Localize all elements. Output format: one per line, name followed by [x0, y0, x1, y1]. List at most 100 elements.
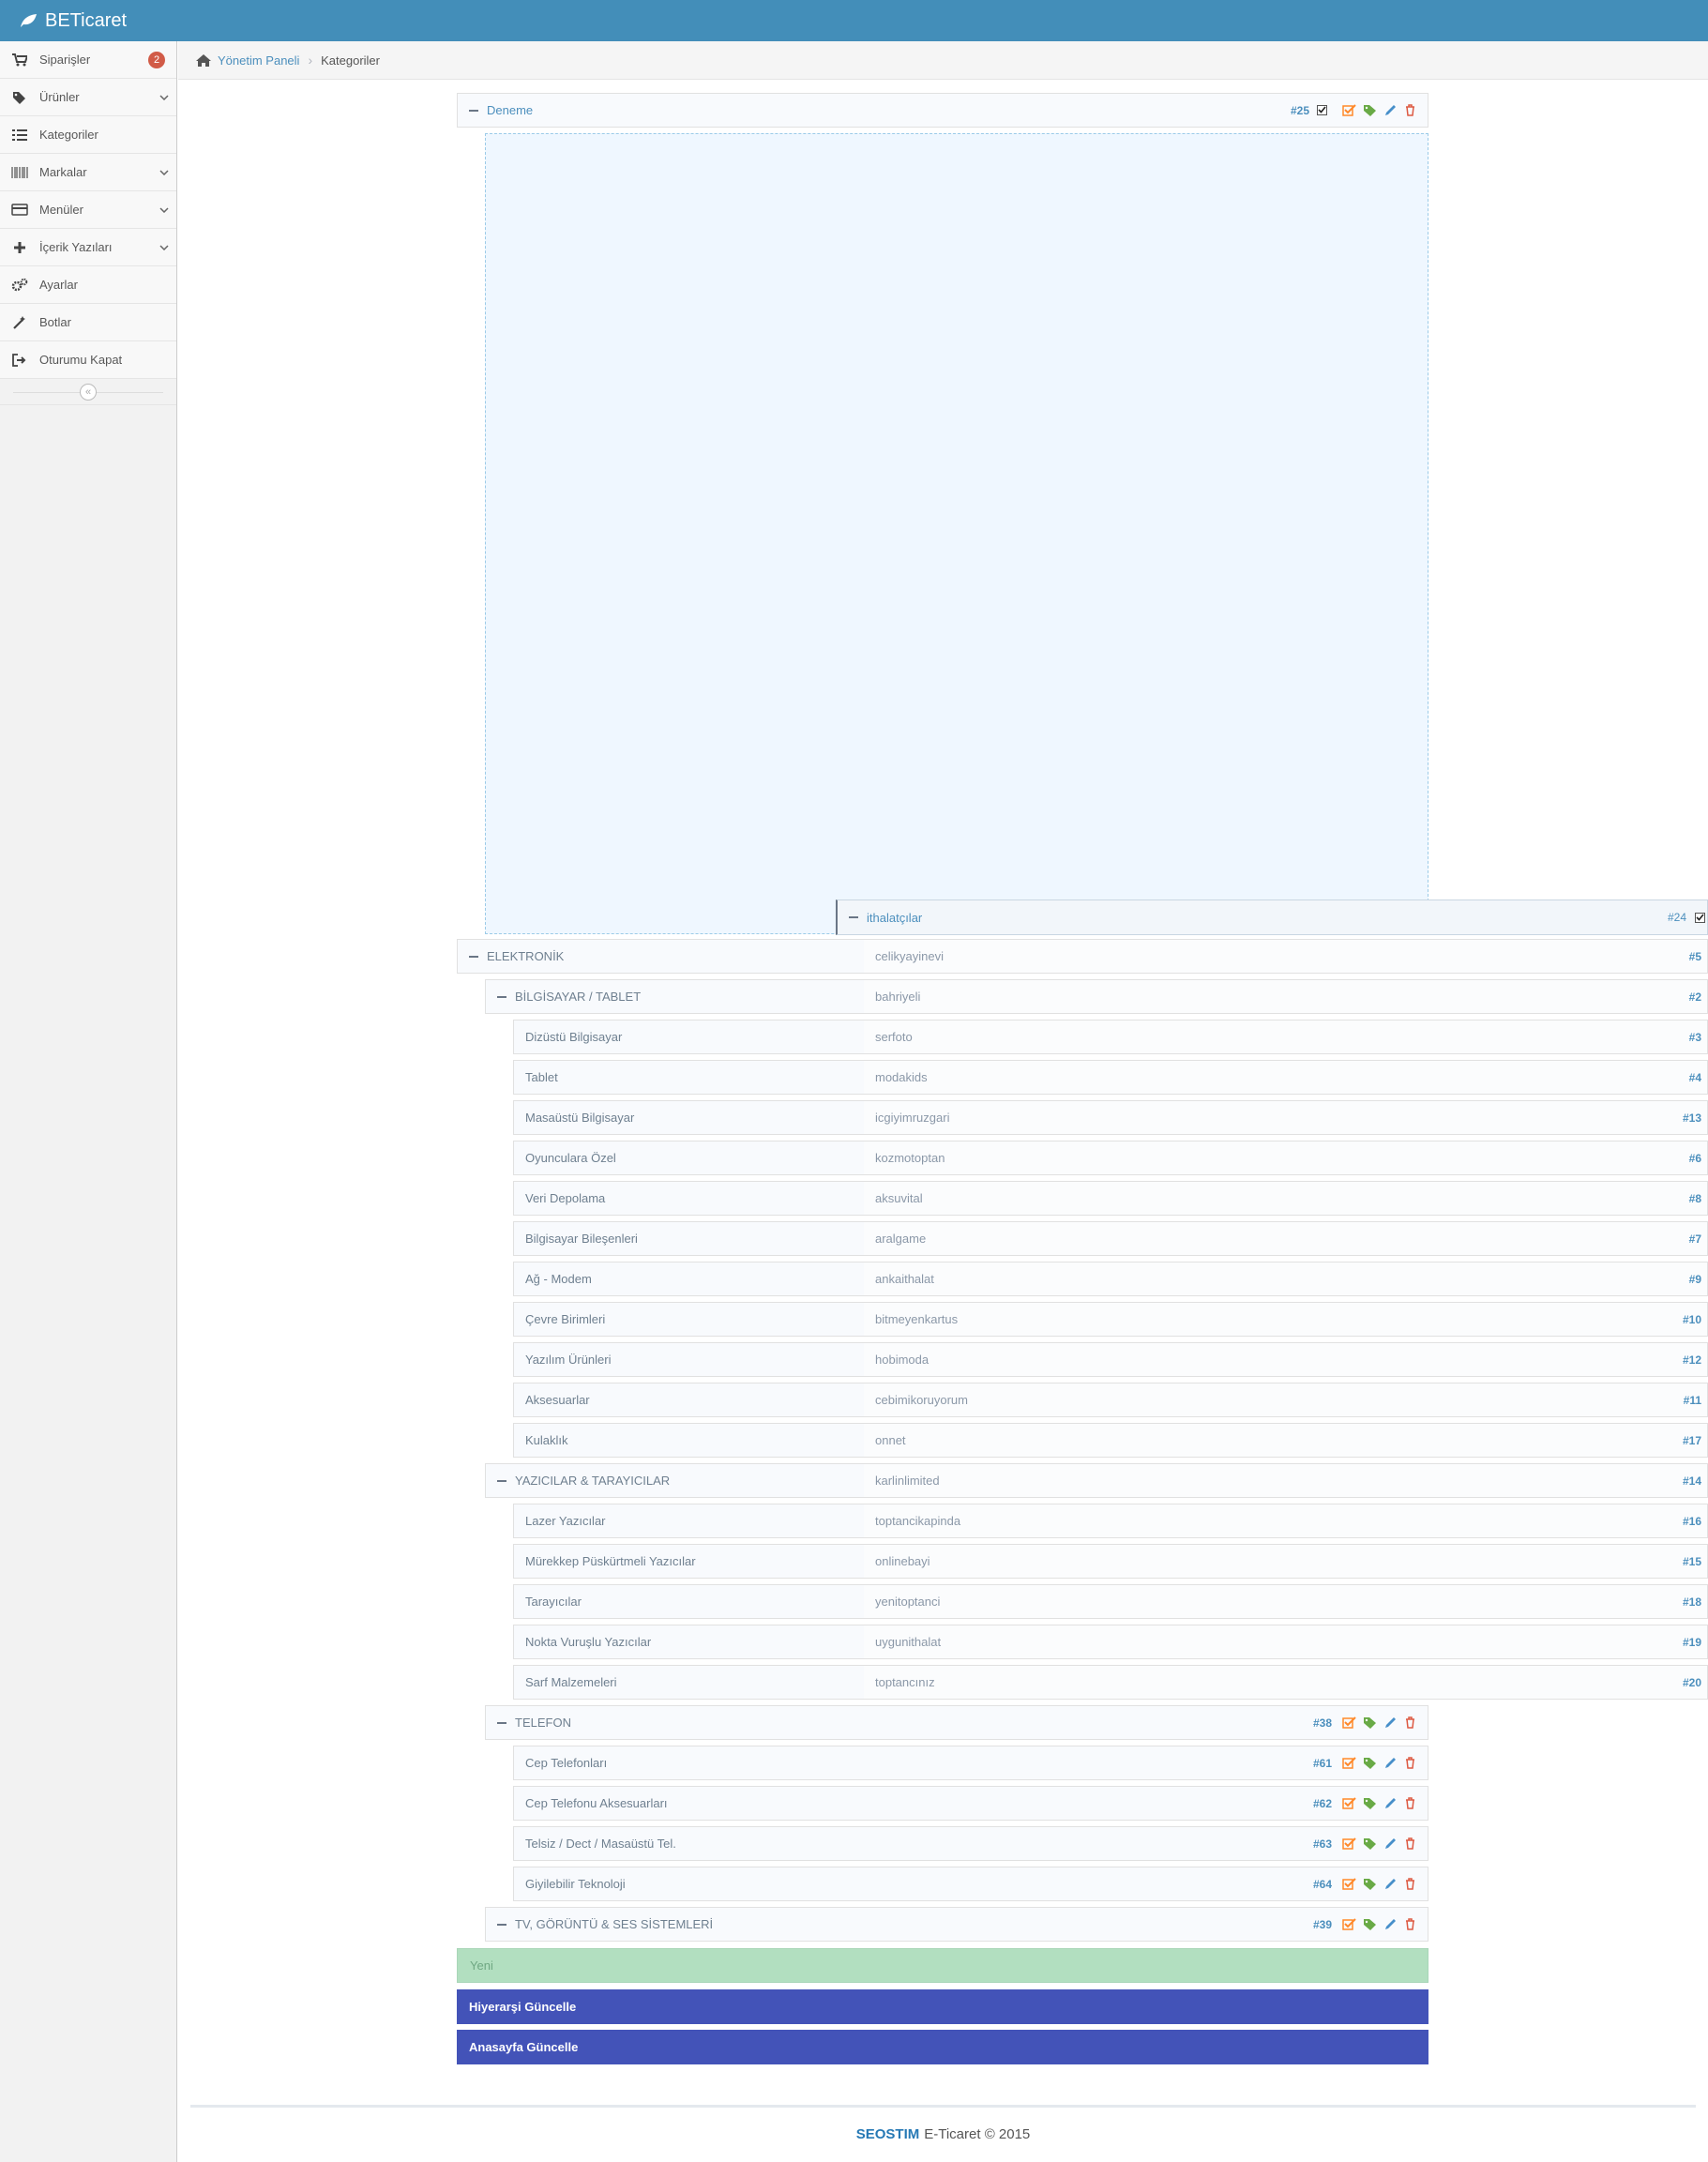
status-check-icon[interactable]	[1342, 104, 1356, 116]
drag-preview-label: celikyayinevi	[875, 949, 944, 963]
collapse-icon[interactable]	[469, 109, 478, 112]
drag-preview-label: serfoto	[875, 1030, 913, 1044]
tree-row-deneme[interactable]: Deneme #25	[457, 93, 1428, 128]
drag-preview-row: kozmotoptan #6	[864, 1141, 1708, 1175]
edit-icon[interactable]	[1383, 1716, 1398, 1729]
delete-icon[interactable]	[1404, 1757, 1416, 1769]
delete-icon[interactable]	[1404, 1716, 1416, 1729]
leaf-icon	[21, 14, 37, 27]
dragging-row-ithalatcilar[interactable]: ithalatçılar #24	[836, 900, 1708, 935]
tree-row[interactable]: Giyilebilir Teknoloji #64	[513, 1867, 1428, 1901]
tag-icon[interactable]	[1363, 104, 1377, 116]
collapse-icon[interactable]	[469, 955, 478, 958]
drag-preview-label: ankaithalat	[875, 1272, 934, 1286]
footer-text: E-Ticaret © 2015	[924, 2126, 1031, 2142]
tree-row[interactable]: TV, GÖRÜNTÜ & SES SİSTEMLERİ #39	[485, 1907, 1428, 1942]
tree-row[interactable]: TELEFON #38	[485, 1705, 1428, 1740]
drag-preview-row: ankaithalat #9	[864, 1262, 1708, 1296]
sidebar-item-logout[interactable]: Oturumu Kapat	[0, 341, 176, 379]
category-label: YAZICILAR & TARAYICILAR	[515, 1474, 671, 1488]
tag-icon[interactable]	[1363, 1797, 1377, 1809]
drag-preview-row: icgiyimruzgari #13	[864, 1100, 1708, 1135]
edit-icon[interactable]	[1383, 1918, 1398, 1930]
edit-icon[interactable]	[1383, 1878, 1398, 1890]
double-chevron-left-icon[interactable]: «	[80, 384, 97, 401]
breadcrumb-home-link[interactable]: Yönetim Paneli	[218, 53, 299, 68]
delete-icon[interactable]	[1404, 1837, 1416, 1850]
status-check-icon[interactable]	[1342, 1757, 1356, 1769]
collapse-icon[interactable]	[497, 1479, 506, 1482]
edit-icon[interactable]	[1383, 104, 1398, 116]
delete-icon[interactable]	[1404, 1918, 1416, 1930]
status-check-icon[interactable]	[1342, 1918, 1356, 1930]
edit-icon[interactable]	[1383, 1797, 1398, 1809]
drag-preview-id: #7	[1688, 1232, 1701, 1246]
drag-preview-row: serfoto #3	[864, 1020, 1708, 1054]
drag-preview-id: #3	[1688, 1030, 1701, 1044]
drag-preview-id: #18	[1682, 1595, 1701, 1609]
drag-preview-row: onnet #17	[864, 1423, 1708, 1458]
sidebar-item-orders[interactable]: Siparişler 2	[0, 41, 176, 79]
sidebar-item-settings[interactable]: Ayarlar	[0, 266, 176, 304]
row-actions	[1342, 1787, 1416, 1820]
status-check-icon[interactable]	[1342, 1716, 1356, 1729]
sidebar-item-content[interactable]: İçerik Yazıları	[0, 229, 176, 266]
tree-row[interactable]: Telsiz / Dect / Masaüstü Tel. #63	[513, 1826, 1428, 1861]
sidebar-item-label: Menüler	[39, 203, 83, 217]
footer-brand[interactable]: SEOSTIM	[856, 2126, 920, 2142]
drag-preview-id: #19	[1682, 1635, 1701, 1649]
update-homepage-button[interactable]: Anasayfa Güncelle	[457, 2030, 1428, 2064]
drag-preview-id: #15	[1682, 1554, 1701, 1568]
status-check-icon[interactable]	[1342, 1878, 1356, 1890]
tag-icon[interactable]	[1363, 1878, 1377, 1890]
drag-preview-id: #4	[1688, 1070, 1701, 1084]
drag-preview-row: hobimoda #12	[864, 1342, 1708, 1377]
magic-wand-icon	[0, 315, 39, 330]
drag-preview-label: yenitoptanci	[875, 1595, 941, 1609]
edit-icon[interactable]	[1383, 1837, 1398, 1850]
tree-row[interactable]: Cep Telefonu Aksesuarları #62	[513, 1786, 1428, 1821]
update-hierarchy-button[interactable]: Hiyerarşi Güncelle	[457, 1989, 1428, 2024]
new-category-button[interactable]: Yeni	[457, 1948, 1428, 1983]
category-label: Aksesuarlar	[525, 1393, 590, 1407]
tag-icon[interactable]	[1363, 1757, 1377, 1769]
plus-icon	[0, 241, 39, 254]
sidebar-item-brands[interactable]: Markalar	[0, 154, 176, 191]
sidebar-item-categories[interactable]: Kategoriler	[0, 116, 176, 154]
sidebar-item-bots[interactable]: Botlar	[0, 304, 176, 341]
checkbox-icon[interactable]	[1695, 900, 1705, 934]
category-id: #64	[1312, 1877, 1332, 1891]
drag-preview-id: #8	[1688, 1191, 1701, 1205]
tree-row[interactable]: Cep Telefonları #61	[513, 1746, 1428, 1780]
brand[interactable]: BETicaret	[19, 0, 127, 41]
drag-preview-label: hobimoda	[875, 1353, 930, 1367]
collapse-icon[interactable]	[497, 995, 506, 998]
tag-icon[interactable]	[1363, 1837, 1377, 1850]
category-label: ELEKTRONİK	[487, 949, 565, 963]
edit-icon[interactable]	[1383, 1757, 1398, 1769]
sidebar-item-menus[interactable]: Menüler	[0, 191, 176, 229]
tag-icon[interactable]	[1363, 1716, 1377, 1729]
collapse-icon[interactable]	[497, 1721, 506, 1724]
chevron-down-icon	[152, 244, 176, 250]
drag-preview-label: icgiyimruzgari	[875, 1111, 950, 1125]
drag-preview-id: #5	[1688, 949, 1701, 963]
category-label: TV, GÖRÜNTÜ & SES SİSTEMLERİ	[515, 1917, 714, 1931]
sidebar-item-products[interactable]: Ürünler	[0, 79, 176, 116]
sidebar-item-label: Ayarlar	[39, 278, 78, 292]
collapse-icon[interactable]	[497, 1923, 506, 1926]
category-label: Oyunculara Özel	[525, 1151, 616, 1165]
checkbox-icon[interactable]	[1317, 94, 1327, 127]
delete-icon[interactable]	[1404, 1878, 1416, 1890]
home-icon	[195, 53, 212, 68]
status-check-icon[interactable]	[1342, 1797, 1356, 1809]
drag-preview-label: modakids	[875, 1070, 928, 1084]
drag-preview-id: #20	[1682, 1675, 1701, 1689]
drag-preview-row: onlinebayi #15	[864, 1544, 1708, 1579]
delete-icon[interactable]	[1404, 1797, 1416, 1809]
sign-out-icon	[0, 353, 39, 367]
drag-preview-row: modakids #4	[864, 1060, 1708, 1095]
status-check-icon[interactable]	[1342, 1837, 1356, 1850]
delete-icon[interactable]	[1404, 104, 1416, 116]
tag-icon[interactable]	[1363, 1918, 1377, 1930]
